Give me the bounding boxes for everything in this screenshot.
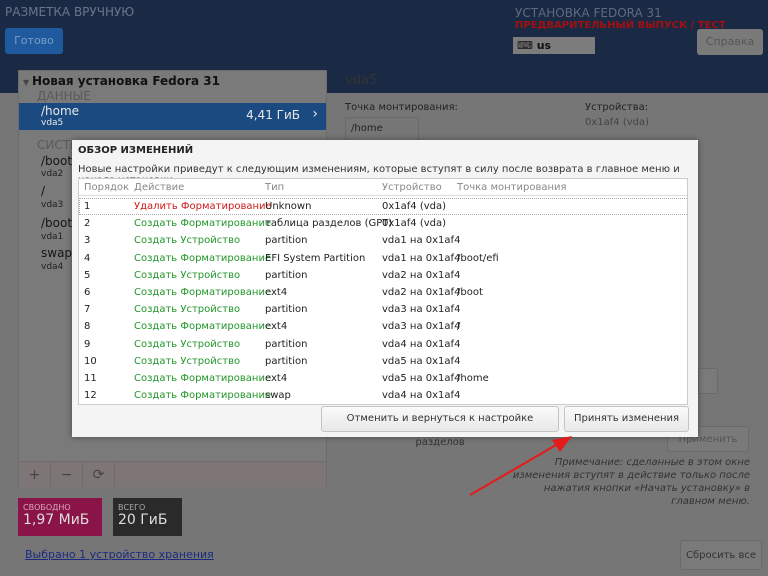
annotation-arrow — [469, 436, 572, 496]
